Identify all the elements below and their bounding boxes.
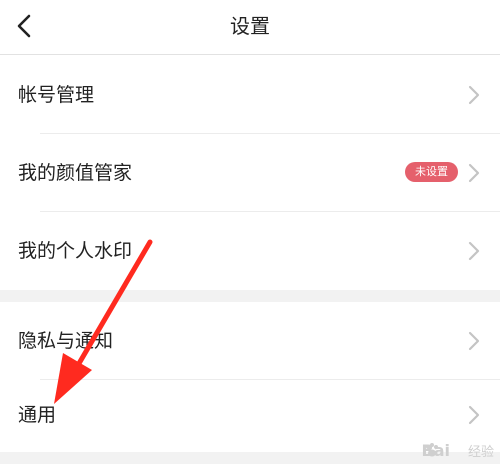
baidu-watermark: Bai 经验: [422, 441, 495, 460]
chevron-right-icon: [468, 163, 480, 183]
top-bar: 设置: [0, 0, 500, 55]
not-set-badge: 未设置: [405, 162, 458, 182]
beauty-manager-row[interactable]: 我的颜值管家 未设置: [0, 134, 500, 212]
chevron-right-icon: [468, 331, 480, 351]
account-settings-group: 帐号管理 我的颜值管家 未设置 我的个人水印: [0, 56, 500, 290]
general-settings-group: 隐私与通知 通用: [0, 302, 500, 452]
row-label: 帐号管理: [18, 84, 95, 106]
chevron-right-icon: [468, 241, 480, 261]
watermark-suffix: 经验: [467, 445, 494, 460]
personal-watermark-row[interactable]: 我的个人水印: [0, 212, 500, 290]
page-title: 设置: [230, 14, 270, 38]
watermark-brand: Bai: [421, 441, 450, 460]
chevron-right-icon: [468, 405, 480, 425]
section-gap: [0, 290, 500, 302]
privacy-notification-row[interactable]: 隐私与通知: [0, 302, 500, 380]
row-label: 我的个人水印: [18, 240, 133, 262]
row-label: 隐私与通知: [18, 330, 114, 352]
row-label: 通用: [18, 404, 57, 426]
row-label: 我的颜值管家: [18, 162, 133, 184]
chevron-right-icon: [468, 85, 480, 105]
account-management-row[interactable]: 帐号管理: [0, 56, 500, 134]
